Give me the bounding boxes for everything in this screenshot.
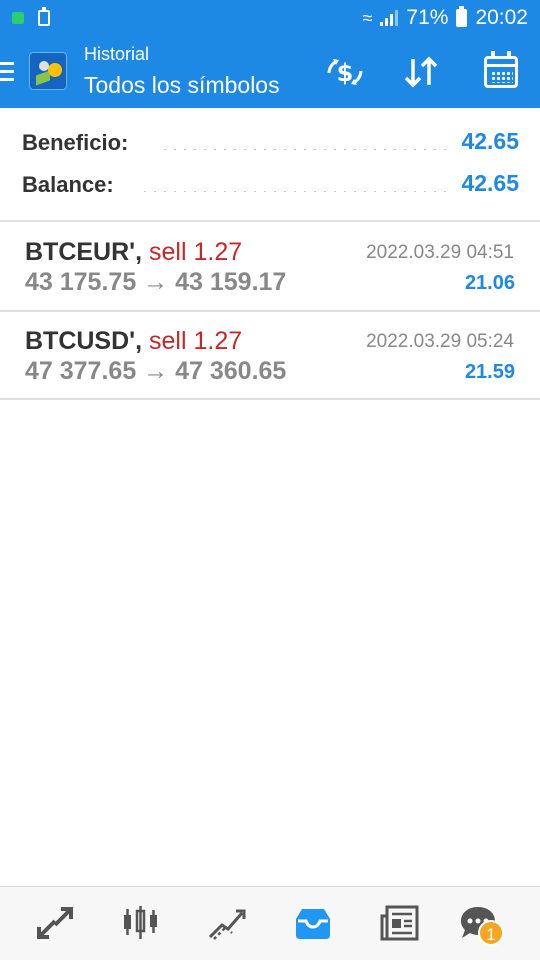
dotted-leader: [140, 190, 446, 193]
trade-icon: [208, 909, 246, 940]
summary-row-profit: Beneficio: 42.65: [0, 126, 540, 166]
bottom-navigation: [0, 886, 540, 960]
summary-value: 42.65: [461, 170, 519, 196]
trade-row[interactable]: BTCEUR', sell 1.27 43 175.75 → 43 159.17…: [0, 222, 540, 310]
summary-value: 42.65: [461, 128, 519, 154]
trade-profit: 21.59: [464, 361, 515, 383]
nav-history[interactable]: [291, 903, 335, 943]
cleaner-icon: [38, 7, 50, 26]
currency-exchange-icon: $: [327, 59, 363, 87]
trade-symbol: BTCUSD',: [25, 327, 143, 355]
svg-text:$: $: [337, 59, 354, 87]
nav-news[interactable]: [377, 903, 421, 943]
calendar-icon: [484, 51, 518, 88]
notification-icon: [12, 12, 24, 24]
symbol-filter-button[interactable]: $: [322, 50, 368, 94]
summary-label: Balance:: [22, 172, 114, 197]
sort-icon: [404, 56, 438, 88]
page-title[interactable]: Todos los símbolos: [84, 72, 280, 99]
signal-icon: [380, 10, 399, 26]
chart-icon: [124, 906, 157, 939]
trade-side: sell 1.27: [149, 327, 243, 355]
nav-quotes[interactable]: [33, 903, 77, 943]
calendar-button[interactable]: [478, 50, 524, 94]
divider: [0, 398, 540, 400]
menu-icon[interactable]: [0, 62, 14, 82]
nav-chart[interactable]: [119, 903, 163, 943]
trade-time: 2022.03.29 04:51: [366, 242, 514, 263]
trade-row[interactable]: BTCUSD', sell 1.27 47 377.65 → 47 360.65…: [0, 311, 540, 399]
trade-header: BTCUSD', sell 1.27: [25, 327, 242, 356]
battery-percentage: 71%: [406, 6, 449, 29]
sort-button[interactable]: [398, 50, 444, 94]
trade-prices: 47 377.65 → 47 360.65: [25, 357, 287, 385]
trade-header: BTCEUR', sell 1.27: [25, 238, 242, 267]
summary-row-balance: Balance: 42.65: [0, 168, 540, 208]
chat-notification-badge: 1: [478, 920, 504, 946]
news-icon: [380, 905, 419, 941]
trade-profit: 21.06: [464, 272, 515, 294]
nav-trade[interactable]: [205, 903, 249, 943]
history-icon: [296, 909, 330, 939]
trade-prices: 43 175.75 → 43 159.17: [25, 268, 287, 296]
status-bar: ≈ 71% 20:02: [0, 0, 540, 36]
wifi-icon: ≈: [362, 7, 373, 28]
page-subtitle: Historial: [84, 44, 150, 64]
history-summary: Beneficio: 42.65 Balance: 42.65: [0, 108, 540, 221]
summary-label: Beneficio:: [22, 130, 129, 155]
app-logo[interactable]: [29, 52, 67, 90]
battery-icon: [456, 6, 468, 27]
quotes-icon: [37, 907, 73, 939]
dotted-leader: [160, 148, 446, 151]
app-bar: Historial Todos los símbolos $: [0, 36, 540, 108]
trade-time: 2022.03.29 05:24: [366, 331, 514, 352]
trade-side: sell 1.27: [149, 238, 243, 266]
clock: 20:02: [475, 6, 528, 29]
trade-symbol: BTCEUR',: [25, 238, 143, 266]
